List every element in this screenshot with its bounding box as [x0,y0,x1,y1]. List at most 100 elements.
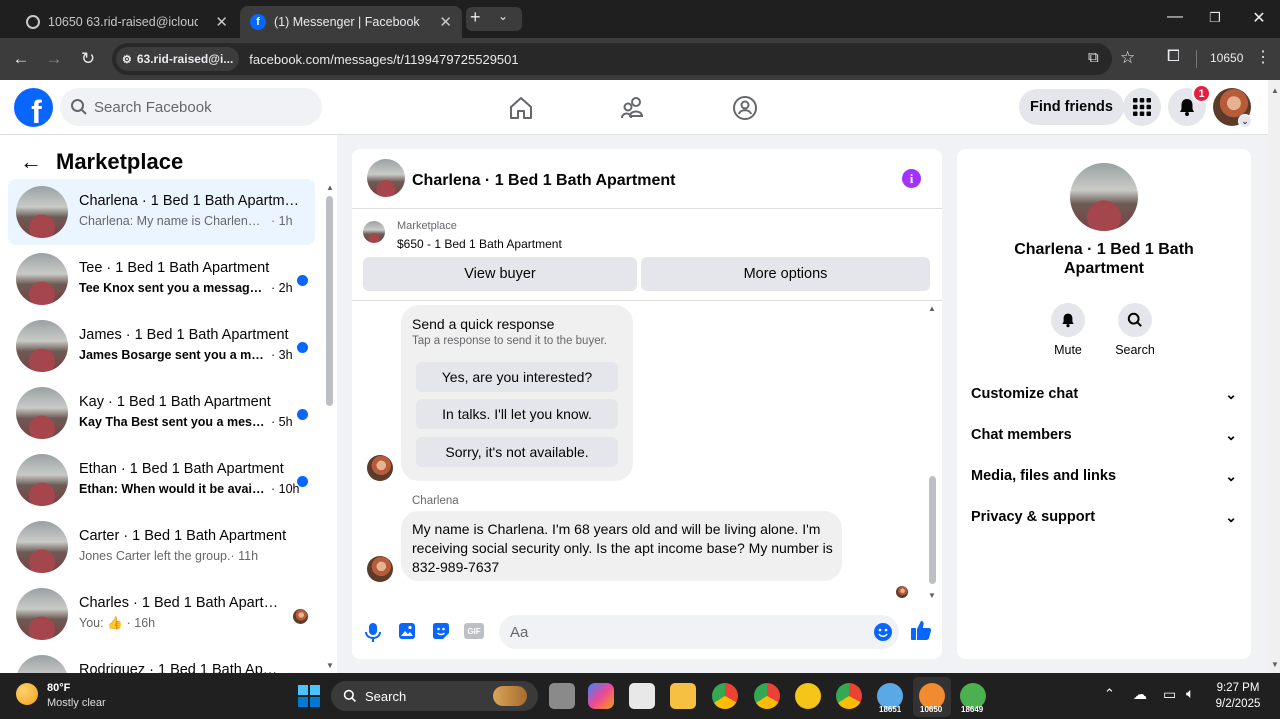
conversation-item[interactable]: James · 1 Bed 1 Bath Apartment James Bos… [8,313,315,379]
tab-search-chevron-icon[interactable]: ⌄ [498,9,508,23]
maximize-icon[interactable]: ❐ [1200,10,1230,26]
account-chevron-icon[interactable]: ⌄ [1238,114,1252,128]
list-scroll-down-icon[interactable]: ▼ [326,661,334,670]
media-files-links-section[interactable]: Media, files and links ⌄ [971,456,1237,496]
network-icon[interactable]: ▭ [1163,686,1176,703]
chat-scrollbar-thumb[interactable] [929,476,936,584]
chat-scroll-up-icon[interactable]: ▲ [928,304,936,313]
chat-avatar[interactable] [367,159,405,197]
gif-icon[interactable]: GIF [464,623,484,639]
weather-moon-icon[interactable] [16,683,38,705]
chat-title[interactable]: Charlena · 1 Bed 1 Bath Apartment [412,172,675,190]
more-options-button[interactable]: More options [641,257,930,291]
thumbs-up-icon[interactable] [910,619,932,641]
chat-scroll-down-icon[interactable]: ▼ [928,591,936,600]
search-chat-button[interactable]: Search [1108,303,1162,357]
conversation-item[interactable]: Rodriguez · 1 Bed 1 Bath Apartm... [8,648,315,673]
clock-date[interactable]: 9/2/2025 [1210,698,1266,710]
listing-title[interactable]: $650 - 1 Bed 1 Bath Apartment [397,237,562,251]
chrome-profile-icon[interactable] [754,683,780,709]
conversation-name: Charlena · 1 Bed 1 Bath Apartment [79,193,304,209]
forward-arrow-icon[interactable]: → [37,42,71,76]
profile-label[interactable]: 10650 [1210,51,1243,65]
install-app-icon[interactable]: ⧉ [1088,49,1099,66]
list-scroll-up-icon[interactable]: ▲ [326,183,334,192]
mute-button[interactable]: Mute [1041,303,1095,357]
close-tab-icon[interactable]: ✕ [431,13,452,31]
preview-text: Kay Tha Best sent you a messag... [79,415,267,429]
view-buyer-button[interactable]: View buyer [363,257,637,291]
volume-icon[interactable]: 🔈︎ [1186,685,1194,702]
groups-icon[interactable] [731,94,759,122]
close-tab-icon[interactable]: ✕ [207,13,228,31]
microsoft-store-icon[interactable] [629,683,655,709]
file-explorer-icon[interactable] [670,683,696,709]
quick-response-option[interactable]: Sorry, it's not available. [416,437,618,467]
extensions-icon[interactable]: ⧠ [1167,48,1180,66]
message-line: My name is Charlena. I'm 68 years old an… [412,521,821,537]
customize-chat-section[interactable]: Customize chat ⌄ [971,374,1237,414]
chevron-down-icon: ⌄ [1225,508,1237,525]
conversation-item[interactable]: Charlena · 1 Bed 1 Bath Apartment Charle… [8,179,315,245]
cloud-off-icon[interactable]: ☁ [1133,686,1147,703]
message-bubble[interactable]: My name is Charlena. I'm 68 years old an… [401,511,842,581]
chrome-icon[interactable] [712,683,738,709]
facebook-logo[interactable]: f [14,88,53,127]
friends-icon[interactable] [619,94,647,122]
chrome-alt-icon[interactable] [836,683,862,709]
quick-response-option[interactable]: Yes, are you interested? [416,362,618,392]
privacy-support-section[interactable]: Privacy & support ⌄ [971,497,1237,537]
conversation-name: Rodriguez · 1 Bed 1 Bath Apartm... [79,662,284,673]
home-icon[interactable] [507,94,535,122]
weather-description[interactable]: Mostly clear [47,697,106,709]
bookmark-star-icon[interactable]: ☆ [1120,48,1135,68]
preview-time: · 1h [271,214,293,228]
conversation-item[interactable]: Kay · 1 Bed 1 Bath Apartment Kay Tha Bes… [8,380,315,446]
browser-tab[interactable]: 10650 63.rid-raised@icloud.com ✕ [16,6,238,38]
list-scrollbar-thumb[interactable] [326,196,333,406]
photo-icon[interactable] [398,622,416,640]
back-arrow-icon[interactable]: ← [4,42,38,76]
chat-name: Charlena · 1 Bed 1 Bath Apartment [957,240,1251,278]
emoji-icon[interactable] [873,622,893,642]
taskbar-search-box[interactable]: Search [331,681,538,711]
weather-temperature[interactable]: 80°F [47,682,70,694]
close-window-icon[interactable]: ✕ [1244,8,1274,28]
chat-details-pane: Charlena · 1 Bed 1 Bath Apartment Mute S… [957,149,1251,659]
sticker-icon[interactable] [432,622,450,640]
microphone-icon[interactable] [365,622,381,642]
minimize-icon[interactable]: — [1160,8,1190,26]
conversation-item[interactable]: Tee · 1 Bed 1 Bath Apartment Tee Knox se… [8,246,315,312]
conversation-item[interactable]: Carter · 1 Bed 1 Bath Apartment Jones Ca… [8,514,315,580]
app-icon[interactable] [795,683,821,709]
new-tab-button[interactable]: + [470,7,481,28]
conversation-item[interactable]: Charles · 1 Bed 1 Bath Apartm... You: 👍 ·… [8,581,315,647]
back-arrow-icon[interactable]: ← [20,149,42,175]
menu-grid-button[interactable] [1123,88,1161,126]
copilot-icon[interactable] [588,683,614,709]
info-icon[interactable]: i [902,169,921,188]
reload-icon[interactable]: ↻ [71,42,105,76]
conversation-item[interactable]: Ethan · 1 Bed 1 Bath Apartment Ethan: Wh… [8,447,315,513]
browser-menu-icon[interactable]: ⋮ [1255,47,1271,67]
chat-members-section[interactable]: Chat members ⌄ [971,415,1237,455]
browser-tab-active[interactable]: f (1) Messenger | Facebook ✕ [240,6,462,38]
chevron-up-icon[interactable]: ⌃ [1104,686,1115,702]
search-icon [71,99,87,115]
scroll-up-arrow-icon[interactable]: ▲ [1271,86,1279,95]
site-info-chip[interactable]: ⚙ 63.rid-raised@i... [116,47,240,71]
message-input[interactable]: Aa [499,615,899,649]
address-bar[interactable]: ⚙ 63.rid-raised@i... facebook.com/messag… [112,43,1112,75]
windows-start-icon[interactable] [298,685,320,707]
scroll-down-arrow-icon[interactable]: ▼ [1271,660,1279,669]
facebook-search-input[interactable]: Search Facebook [60,88,322,126]
clock-time[interactable]: 9:27 PM [1210,682,1266,694]
find-friends-button[interactable]: Find friends [1019,89,1124,125]
page-scrollbar[interactable]: ▲ ▼ [1268,80,1280,673]
quick-response-option[interactable]: In talks. I'll let you know. [416,399,618,429]
task-view-icon[interactable] [549,683,575,709]
url-text[interactable]: facebook.com/messages/t/1199479725529501 [249,52,518,67]
chat-avatar-large[interactable] [1070,163,1138,231]
grid-icon [1133,98,1151,116]
chat-name-line: Apartment [1063,260,1144,277]
